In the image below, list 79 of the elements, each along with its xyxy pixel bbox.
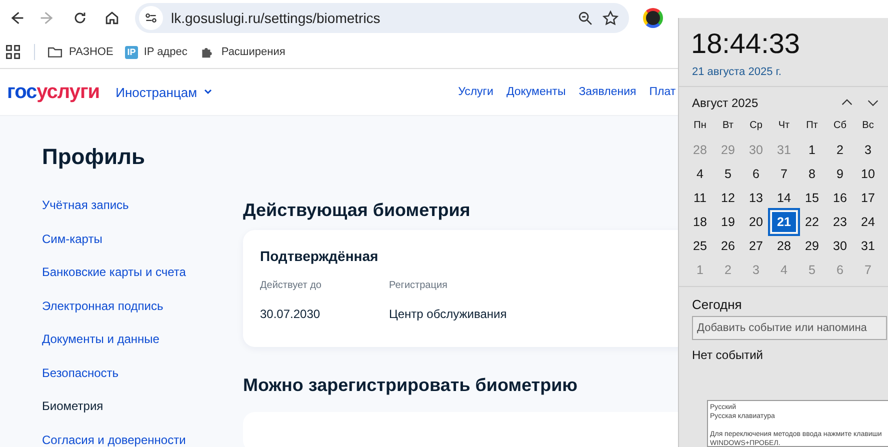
date-link[interactable]: 21 августа 2025 г. bbox=[679, 60, 888, 86]
calendar-day[interactable]: 24 bbox=[855, 211, 881, 233]
field-label: Действует до bbox=[260, 280, 322, 291]
calendar-day[interactable]: 23 bbox=[827, 211, 853, 233]
sidebar-link[interactable]: Электронная подпись bbox=[42, 298, 243, 332]
weekday-label: Пн bbox=[692, 119, 708, 133]
site-logo[interactable]: госуслуги bbox=[7, 80, 100, 104]
section-heading: Можно зарегистрировать биометрию bbox=[243, 375, 578, 397]
calendar-day[interactable]: 27 bbox=[743, 235, 769, 257]
weekday-label: Ср bbox=[748, 119, 764, 133]
chevron-down-icon bbox=[203, 87, 214, 97]
address-bar[interactable]: lk.gosuslugi.ru/settings/biometrics bbox=[135, 3, 629, 33]
nav-link[interactable]: Услуги bbox=[458, 86, 494, 98]
today-heading: Сегодня bbox=[691, 296, 743, 314]
clock-time: 18:44:33 bbox=[690, 27, 801, 60]
calendar-day[interactable]: 14 bbox=[771, 187, 797, 209]
calendar-day[interactable]: 6 bbox=[743, 163, 769, 185]
nav-link[interactable]: Плат bbox=[649, 86, 676, 98]
field-label: Регистрация bbox=[389, 280, 448, 291]
sidebar-link[interactable]: Биометрия bbox=[42, 399, 243, 432]
calendar-day[interactable]: 10 bbox=[855, 163, 881, 185]
calendar-day[interactable]: 25 bbox=[687, 235, 713, 257]
sidebar-link[interactable]: Документы и данные bbox=[42, 332, 243, 366]
bookmark[interactable]: РАЗНОЕ bbox=[47, 44, 114, 60]
foreigners-menu[interactable]: Иностранцам bbox=[116, 84, 214, 100]
bookmark-star-icon[interactable] bbox=[602, 10, 619, 26]
apps-icon[interactable] bbox=[4, 43, 22, 61]
calendar-day[interactable]: 8 bbox=[799, 163, 825, 185]
sidebar-link[interactable]: Банковские карты и счета bbox=[42, 265, 243, 298]
sidebar-link[interactable]: Учётная запись bbox=[42, 198, 243, 232]
calendar-day[interactable]: 2 bbox=[827, 139, 853, 161]
calendar-day[interactable]: 9 bbox=[827, 163, 853, 185]
weekday-label: Вт bbox=[722, 119, 734, 133]
calendar-day[interactable]: 11 bbox=[687, 187, 713, 209]
calendar-day[interactable]: 15 bbox=[799, 187, 825, 209]
calendar-day[interactable]: 30 bbox=[827, 235, 853, 257]
field-value: Центр обслуживания bbox=[389, 307, 508, 321]
calendar-day[interactable]: 21 bbox=[771, 211, 797, 233]
calendar-day[interactable]: 16 bbox=[827, 187, 853, 209]
calendar-day[interactable]: 13 bbox=[743, 187, 769, 209]
zoom-icon[interactable] bbox=[577, 10, 594, 26]
card-title: Подтверждённая bbox=[260, 248, 380, 264]
weekday-label: Чт bbox=[777, 119, 791, 133]
site-info-button[interactable] bbox=[139, 6, 163, 30]
url-text[interactable]: lk.gosuslugi.ru/settings/biometrics bbox=[171, 10, 569, 26]
calendar-day[interactable]: 19 bbox=[715, 211, 741, 233]
page-title: Профиль bbox=[42, 144, 146, 170]
nav-link[interactable]: Заявления bbox=[578, 86, 636, 98]
calendar-day[interactable]: 1 bbox=[799, 139, 825, 161]
calendar-day[interactable]: 28 bbox=[771, 235, 797, 257]
calendar-day[interactable]: 31 bbox=[855, 235, 881, 257]
calendar-day[interactable]: 22 bbox=[799, 211, 825, 233]
calendar-day[interactable]: 7 bbox=[771, 163, 797, 185]
nav-link[interactable]: Документы bbox=[506, 86, 566, 98]
sidebar-link[interactable]: Сим-карты bbox=[42, 232, 243, 265]
weekday-label: Вс bbox=[861, 119, 875, 133]
calendar-day[interactable]: 3 bbox=[855, 139, 881, 161]
bookmark[interactable]: Расширения bbox=[199, 44, 286, 60]
calendar-day[interactable]: 18 bbox=[687, 211, 713, 233]
month-label[interactable]: Август 2025 bbox=[692, 96, 840, 110]
calendar-day[interactable]: 20 bbox=[743, 211, 769, 233]
bookmark[interactable]: IP IP адрес bbox=[125, 46, 188, 58]
section-heading: Действующая биометрия bbox=[243, 200, 470, 222]
calendar-day[interactable]: 26 bbox=[715, 235, 741, 257]
calendar-day[interactable]: 12 bbox=[715, 187, 741, 209]
ip-icon: IP bbox=[125, 46, 138, 58]
field-value: 30.07.2030 bbox=[260, 307, 322, 321]
calendar-day[interactable]: 29 bbox=[799, 235, 825, 257]
calendar-day[interactable]: 17 bbox=[855, 187, 881, 209]
sidebar-link[interactable]: Согласия и доверенности bbox=[42, 432, 243, 447]
calendar-day[interactable]: 4 bbox=[687, 163, 713, 185]
no-events-text: Нет событий bbox=[691, 347, 764, 362]
event-input-field[interactable]: Добавить событие или напомина bbox=[692, 316, 887, 340]
weekday-label: Пт bbox=[805, 119, 819, 133]
extension-icon[interactable] bbox=[643, 8, 663, 28]
weekday-label: Сб bbox=[832, 119, 848, 133]
home-icon[interactable] bbox=[103, 9, 121, 27]
calendar-day[interactable]: 5 bbox=[715, 163, 741, 185]
sidebar-link[interactable]: Безопасность bbox=[42, 366, 243, 399]
